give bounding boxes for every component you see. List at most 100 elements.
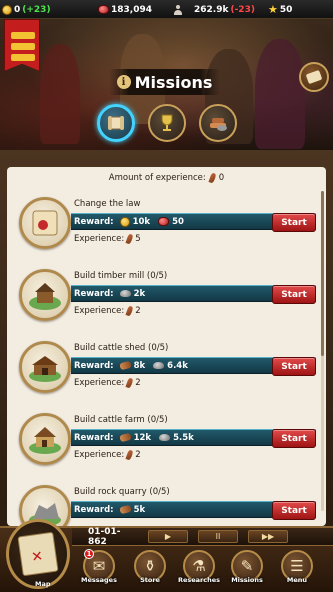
population-resource[interactable]: 262.9k (-23) <box>174 0 255 19</box>
mission-item: Build cattle farm (0/5) Reward: 12k 5.5k… <box>7 411 326 483</box>
missions-scrollbar[interactable] <box>321 191 324 511</box>
reward-label: Reward: <box>74 360 114 371</box>
nav-researches[interactable]: ⚗ Researches <box>178 550 220 584</box>
resources-icon <box>210 118 227 131</box>
reward-item: 2k <box>119 288 146 299</box>
reward-label: Reward: <box>74 216 114 227</box>
reward-item: 12k <box>118 432 151 443</box>
nav-missions[interactable]: ✎ Missions <box>230 550 264 584</box>
date-strip: 01-01-862 ▶ II ▶▶ <box>72 526 333 547</box>
nav-map-label: Map <box>35 580 51 588</box>
start-button[interactable]: Start <box>272 357 316 376</box>
resource-bar: 0 (+23) 183,094 262.9k (-23) ★ 50 <box>0 0 333 19</box>
experience-value: 5 <box>135 234 141 244</box>
reward-bar: Reward: 5k Start <box>71 501 316 520</box>
stone-icon <box>159 434 171 441</box>
nav-map[interactable] <box>6 519 70 589</box>
map-icon <box>17 531 59 577</box>
reward-item: 50 <box>158 217 184 227</box>
law-scroll-icon <box>19 197 71 249</box>
reward-amount: 6.4k <box>167 360 188 371</box>
pause-button[interactable]: II <box>198 530 238 543</box>
feather-icon <box>125 449 134 461</box>
start-button[interactable]: Start <box>272 429 316 448</box>
scroll-icon <box>108 116 124 130</box>
population-icon <box>174 4 182 15</box>
mission-tabs <box>97 104 237 146</box>
reward-label: Reward: <box>74 504 114 515</box>
mission-title: Build cattle farm (0/5) <box>74 415 168 425</box>
experience-label: Experience: <box>74 234 125 244</box>
rubies-resource[interactable]: 183,094 <box>98 0 152 19</box>
mission-experience: Experience: 5 <box>74 233 141 245</box>
tab-trophy[interactable] <box>148 104 186 142</box>
play-button[interactable]: ▶ <box>148 530 188 543</box>
lion-emblem-icon <box>11 43 35 50</box>
missions-panel[interactable]: Amount of experience: 0 Change the law R… <box>7 167 326 526</box>
feather-icon <box>125 305 134 317</box>
start-button[interactable]: Start <box>272 285 316 304</box>
experience-value: 2 <box>135 306 141 316</box>
nav-label: Store <box>140 576 160 584</box>
reward-label: Reward: <box>74 288 114 299</box>
experience-value: 2 <box>135 378 141 388</box>
population-delta: (-23) <box>230 4 255 15</box>
gold-delta: (+23) <box>22 4 51 15</box>
mission-title: Build timber mill (0/5) <box>74 271 168 281</box>
wood-icon <box>118 360 132 371</box>
mission-experience: Experience: 2 <box>74 449 141 461</box>
start-button[interactable]: Start <box>272 501 316 520</box>
nav-label: Researches <box>177 576 221 584</box>
rubies-value: 183,094 <box>111 4 152 15</box>
experience-summary-label: Amount of experience: <box>108 173 206 183</box>
mission-experience: Experience: 2 <box>74 305 141 317</box>
mission-experience: Experience: 2 <box>74 377 141 389</box>
reward-amount: 8k <box>133 360 146 371</box>
tab-resources[interactable] <box>199 104 237 142</box>
mission-title: Build rock quarry (0/5) <box>74 487 170 497</box>
title-plate: i Missions <box>109 69 220 95</box>
decree-scroll-button[interactable] <box>299 62 329 92</box>
gold-value: 0 <box>14 4 21 15</box>
lion-emblem-icon <box>11 54 35 61</box>
start-button[interactable]: Start <box>272 213 316 232</box>
scrollbar-thumb[interactable] <box>321 191 324 356</box>
feather-icon <box>125 377 134 389</box>
reward-bar: Reward: 2k Start <box>71 285 316 304</box>
reward-amount: 2k <box>133 288 146 299</box>
reward-item: 5.5k <box>159 433 194 443</box>
coin-icon <box>2 4 12 15</box>
cattle-farm-icon <box>19 413 71 465</box>
mission-item: Build rock quarry (0/5) Reward: 5k Start <box>7 483 326 526</box>
reward-bar: Reward: 10k 50 Start <box>71 213 316 232</box>
reward-amount: 5.5k <box>173 432 194 443</box>
mission-title: Change the law <box>74 199 141 209</box>
trophy-icon <box>161 114 173 131</box>
feather-icon <box>125 233 134 245</box>
experience-label: Experience: <box>74 378 125 388</box>
gold-resource[interactable]: 0 (+23) <box>2 0 51 19</box>
stars-resource[interactable]: ★ 50 <box>268 0 292 19</box>
mission-title: Build cattle shed (0/5) <box>74 343 169 353</box>
fast-forward-button[interactable]: ▶▶ <box>248 530 288 543</box>
experience-summary: Amount of experience: 0 <box>7 171 326 185</box>
reward-item: 8k <box>118 360 146 371</box>
nav-menu[interactable]: ☰ Menu <box>280 550 314 584</box>
reward-amount: 50 <box>172 216 184 227</box>
nav-store[interactable]: ⚱ Store <box>133 550 167 584</box>
ruby-icon <box>98 5 109 14</box>
star-icon: ★ <box>268 3 278 16</box>
stone-icon <box>153 362 165 369</box>
reward-bar: Reward: 12k 5.5k Start <box>71 429 316 448</box>
reward-amount: 10k <box>132 216 151 227</box>
info-icon[interactable]: i <box>116 75 131 89</box>
kingdom-flag[interactable] <box>4 19 40 71</box>
mission-item: Change the law Reward: 10k 50 Start Expe… <box>7 195 326 267</box>
cattle-shed-icon <box>19 341 71 393</box>
wood-icon <box>118 432 132 443</box>
mission-item: Build cattle shed (0/5) Reward: 8k 6.4k … <box>7 339 326 411</box>
ruby-icon <box>158 217 170 226</box>
page-title: Missions <box>134 72 213 92</box>
game-date: 01-01-862 <box>88 526 121 547</box>
tab-scroll[interactable] <box>97 104 135 142</box>
